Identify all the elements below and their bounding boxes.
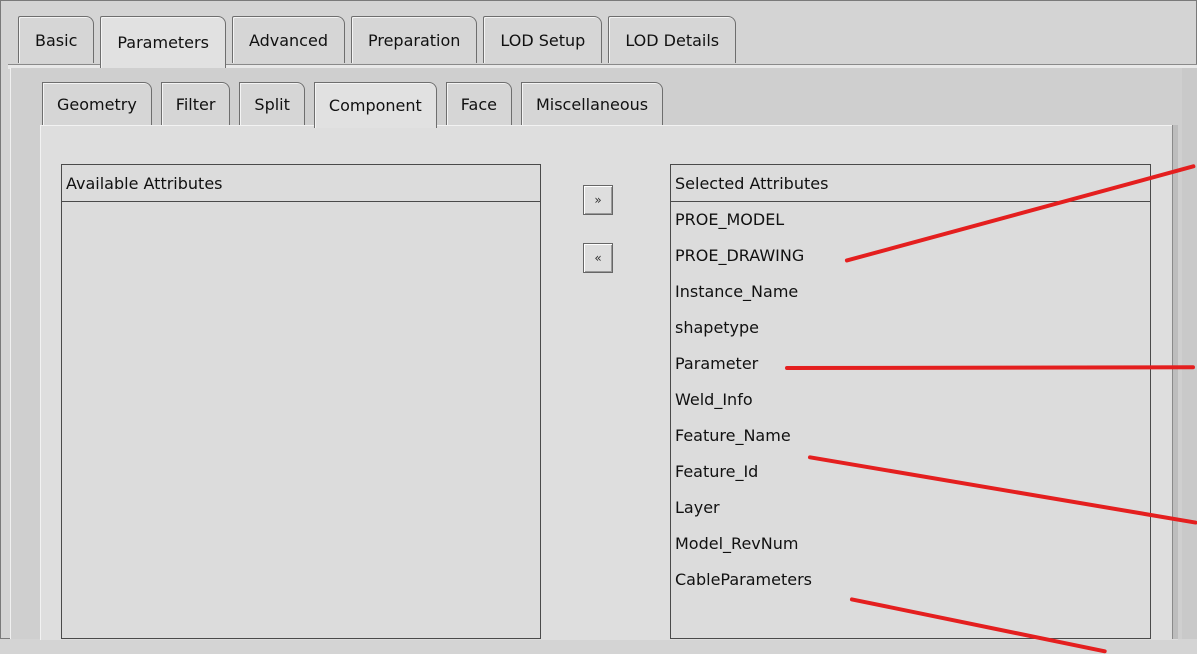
- selected-attributes-list[interactable]: Selected Attributes PROE_MODEL PROE_DRAW…: [670, 164, 1151, 639]
- window-edge: [1182, 68, 1197, 639]
- list-item[interactable]: Instance_Name: [675, 274, 1150, 310]
- tab-filter[interactable]: Filter: [160, 82, 231, 126]
- tab-parameters[interactable]: Parameters: [100, 16, 226, 68]
- list-item[interactable]: CableParameters: [675, 562, 1150, 598]
- tab-basic[interactable]: Basic: [18, 16, 95, 63]
- component-panel-edge: [1172, 125, 1178, 639]
- tab-lod-details[interactable]: LOD Details: [608, 16, 737, 63]
- annotation-line-parameter: [784, 365, 1196, 370]
- tab-advanced[interactable]: Advanced: [231, 16, 345, 63]
- list-item[interactable]: Layer: [675, 490, 1150, 526]
- remove-attribute-button[interactable]: «: [583, 243, 613, 273]
- list-item[interactable]: Model_RevNum: [675, 526, 1150, 562]
- tab-geometry[interactable]: Geometry: [42, 82, 152, 126]
- main-tab-strip: Basic Parameters Advanced Preparation LO…: [18, 16, 742, 68]
- list-item[interactable]: shapetype: [675, 310, 1150, 346]
- available-attributes-list[interactable]: Available Attributes: [61, 164, 541, 639]
- sub-tab-strip: Geometry Filter Split Component Face Mis…: [42, 82, 672, 128]
- tab-split[interactable]: Split: [239, 82, 305, 126]
- add-attribute-button[interactable]: »: [583, 185, 613, 215]
- tab-component[interactable]: Component: [313, 82, 437, 128]
- available-attributes-header: Available Attributes: [62, 165, 540, 202]
- tab-lod-setup[interactable]: LOD Setup: [483, 16, 603, 63]
- list-item[interactable]: Parameter: [675, 346, 1150, 382]
- list-item[interactable]: PROE_MODEL: [675, 202, 1150, 238]
- tab-preparation[interactable]: Preparation: [350, 16, 478, 63]
- tab-face[interactable]: Face: [445, 82, 512, 126]
- list-item[interactable]: Feature_Name: [675, 418, 1150, 454]
- tab-miscellaneous[interactable]: Miscellaneous: [520, 82, 664, 126]
- list-item[interactable]: Weld_Info: [675, 382, 1150, 418]
